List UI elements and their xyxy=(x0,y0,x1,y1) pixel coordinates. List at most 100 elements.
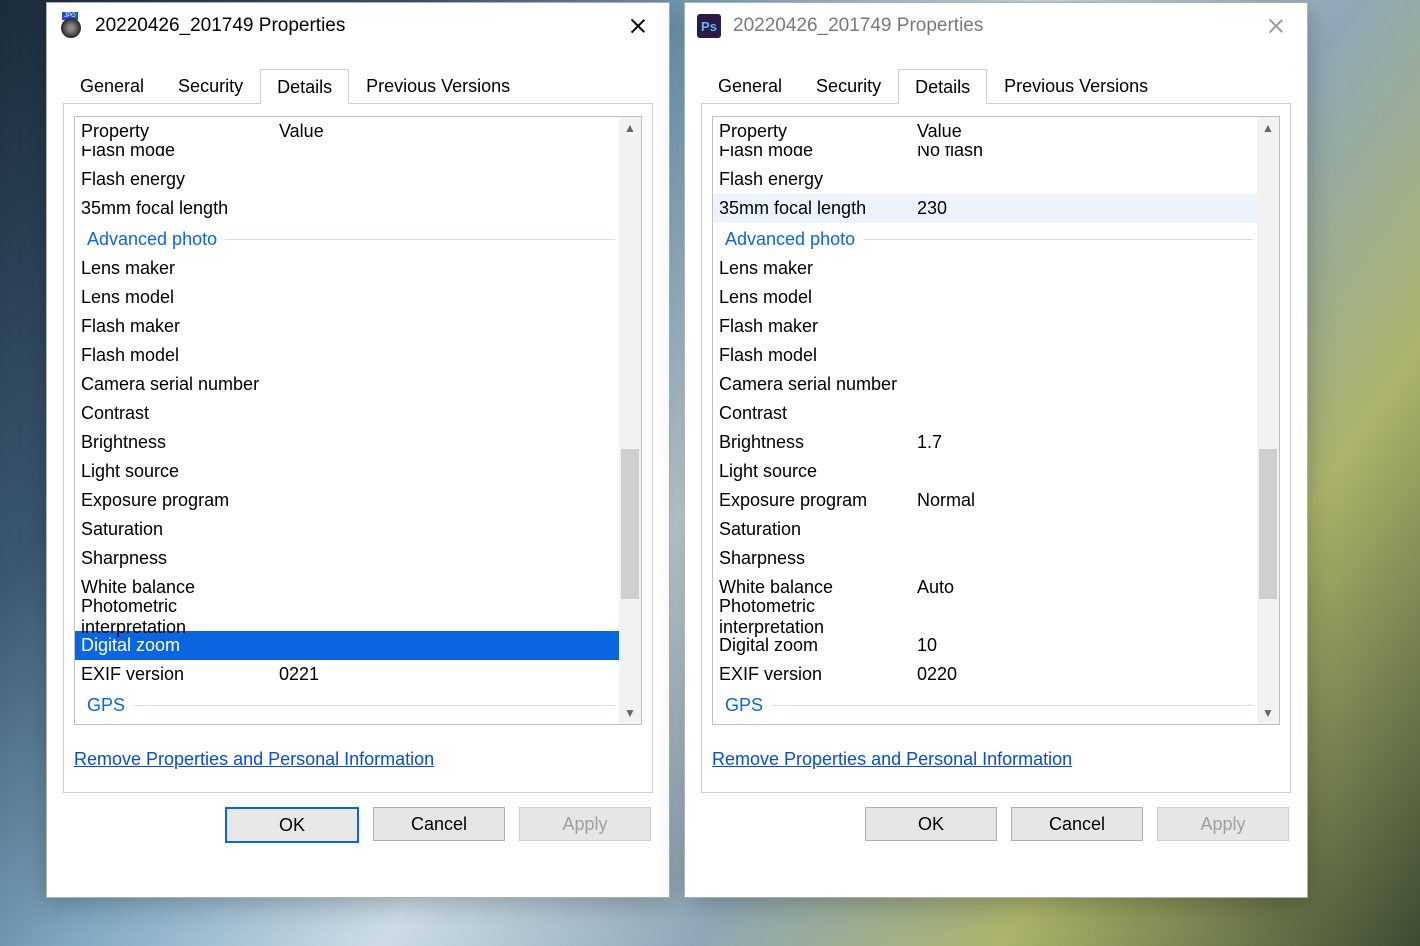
apply-button: Apply xyxy=(1157,807,1289,841)
property-row[interactable]: Flash energy xyxy=(719,165,1279,194)
property-name: Flash maker xyxy=(81,316,279,337)
property-row[interactable]: Camera serial number xyxy=(81,370,641,399)
close-button[interactable] xyxy=(611,6,665,46)
scroll-track[interactable] xyxy=(1257,139,1279,702)
property-name: Flash energy xyxy=(719,169,917,190)
property-name: Light source xyxy=(81,461,279,482)
cancel-button[interactable]: Cancel xyxy=(373,807,505,841)
scroll-up-button[interactable]: ▲ xyxy=(619,117,641,139)
property-name: Flash maker xyxy=(719,316,917,337)
property-row[interactable]: Photometric interpretation xyxy=(81,602,641,631)
property-row[interactable]: Brightness1.7 xyxy=(719,428,1279,457)
property-row[interactable]: Sharpness xyxy=(81,544,641,573)
scroll-up-button[interactable]: ▲ xyxy=(1257,117,1279,139)
section-label: Advanced photo xyxy=(87,229,217,250)
chevron-down-icon: ▼ xyxy=(1262,706,1274,720)
section-advanced-photo: Advanced photo xyxy=(719,225,1279,254)
property-row[interactable]: Brightness xyxy=(81,428,641,457)
remove-properties-link[interactable]: Remove Properties and Personal Informati… xyxy=(712,749,1072,770)
property-row[interactable]: Flash energy xyxy=(81,165,641,194)
property-row[interactable]: Contrast xyxy=(81,399,641,428)
titlebar[interactable]: JPG20220426_201749 Properties xyxy=(47,3,669,49)
property-name: Light source xyxy=(719,461,917,482)
header-value[interactable]: Value xyxy=(917,121,1279,142)
header-value[interactable]: Value xyxy=(279,121,641,142)
tab-details[interactable]: Details xyxy=(260,69,349,104)
property-row[interactable]: Flash model xyxy=(81,341,641,370)
property-row[interactable]: Saturation xyxy=(81,515,641,544)
property-name: Flash model xyxy=(81,345,279,366)
property-row[interactable]: Contrast xyxy=(719,399,1279,428)
property-row[interactable]: Flash maker xyxy=(81,312,641,341)
header-property[interactable]: Property xyxy=(719,121,917,142)
properties-dialog: JPG20220426_201749 Properties GeneralSecu… xyxy=(46,2,670,898)
details-panel: PropertyValue Flash modeFlash energy35mm … xyxy=(63,104,653,793)
close-icon xyxy=(1269,19,1283,33)
section-divider xyxy=(863,239,1253,240)
chevron-up-icon: ▲ xyxy=(624,121,636,135)
property-row[interactable]: Photometric interpretation xyxy=(719,602,1279,631)
scroll-thumb[interactable] xyxy=(621,449,639,599)
property-row[interactable]: Flash maker xyxy=(719,312,1279,341)
property-name: Flash model xyxy=(719,345,917,366)
scroll-thumb[interactable] xyxy=(1259,449,1277,599)
chevron-up-icon: ▲ xyxy=(1262,121,1274,135)
close-button[interactable] xyxy=(1249,6,1303,46)
property-name: 35mm focal length xyxy=(719,198,917,219)
tab-security[interactable]: Security xyxy=(161,69,260,103)
scrollbar[interactable]: ▲▼ xyxy=(1257,117,1279,724)
ok-button[interactable]: OK xyxy=(225,807,359,843)
scroll-track[interactable] xyxy=(619,139,641,702)
property-row[interactable]: Exposure programNormal xyxy=(719,486,1279,515)
list-body: Flash modeFlash energy35mm focal length A… xyxy=(75,146,641,724)
scroll-down-button[interactable]: ▼ xyxy=(619,702,641,724)
tab-previous-versions[interactable]: Previous Versions xyxy=(349,69,527,103)
property-row[interactable]: 35mm focal length xyxy=(81,194,641,223)
property-row[interactable]: Lens model xyxy=(81,283,641,312)
header-property[interactable]: Property xyxy=(81,121,279,142)
scrollbar[interactable]: ▲▼ xyxy=(619,117,641,724)
property-row[interactable]: Lens maker xyxy=(719,254,1279,283)
property-row[interactable]: Exposure program xyxy=(81,486,641,515)
remove-properties-link[interactable]: Remove Properties and Personal Informati… xyxy=(74,749,434,770)
property-row[interactable]: Digital zoom10 xyxy=(719,631,1279,660)
property-row[interactable]: Flash modeNo flash xyxy=(719,146,1279,165)
tab-previous-versions[interactable]: Previous Versions xyxy=(987,69,1165,103)
property-row[interactable]: Lens model xyxy=(719,283,1279,312)
cancel-button[interactable]: Cancel xyxy=(1011,807,1143,841)
scroll-down-button[interactable]: ▼ xyxy=(1257,702,1279,724)
property-row[interactable]: Light source xyxy=(81,457,641,486)
list-header: PropertyValue xyxy=(713,117,1279,146)
property-row[interactable]: Sharpness xyxy=(719,544,1279,573)
tab-details[interactable]: Details xyxy=(898,69,987,104)
property-row[interactable]: Saturation xyxy=(719,515,1279,544)
tab-security[interactable]: Security xyxy=(799,69,898,103)
property-name: Contrast xyxy=(81,403,279,424)
property-row[interactable]: Flash mode xyxy=(81,146,641,165)
tab-general[interactable]: General xyxy=(63,69,161,103)
dialog-buttons: OK Cancel Apply xyxy=(685,793,1307,865)
property-row[interactable]: Flash model xyxy=(719,341,1279,370)
property-row[interactable]: 35mm focal length230 xyxy=(713,194,1257,223)
property-name: Exposure program xyxy=(719,490,917,511)
property-row[interactable]: Digital zoom xyxy=(75,631,619,660)
property-name: Photometric interpretation xyxy=(719,596,917,638)
property-row[interactable]: EXIF version0221 xyxy=(81,660,641,689)
property-list[interactable]: PropertyValueFlash modeNo flashFlash ene… xyxy=(712,116,1280,725)
section-gps: GPS xyxy=(719,691,1279,720)
ok-button[interactable]: OK xyxy=(865,807,997,841)
section-advanced-photo: Advanced photo xyxy=(81,225,641,254)
tab-strip: GeneralSecurityDetailsPrevious Versions xyxy=(63,67,653,104)
property-row[interactable]: EXIF version0220 xyxy=(719,660,1279,689)
titlebar[interactable]: Ps20220426_201749 Properties xyxy=(685,3,1307,49)
property-row[interactable]: Lens maker xyxy=(81,254,641,283)
property-list[interactable]: PropertyValue Flash modeFlash energy35mm … xyxy=(74,116,642,725)
property-value: 0220 xyxy=(917,664,1279,685)
property-row[interactable]: Light source xyxy=(719,457,1279,486)
section-divider xyxy=(225,239,615,240)
property-row[interactable]: Camera serial number xyxy=(719,370,1279,399)
section-divider xyxy=(771,705,1253,706)
property-value: Normal xyxy=(917,490,1279,511)
property-name: Flash mode xyxy=(719,146,917,161)
tab-general[interactable]: General xyxy=(701,69,799,103)
